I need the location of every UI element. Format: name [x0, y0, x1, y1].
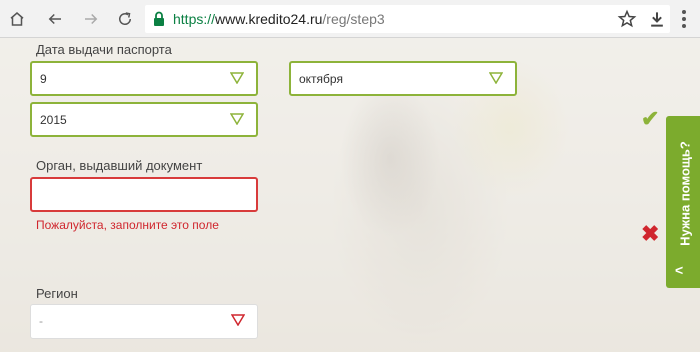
chevron-down-icon [230, 72, 244, 84]
reload-icon[interactable] [112, 6, 138, 32]
year-value: 2015 [40, 113, 67, 127]
help-arrow-icon: < [675, 262, 684, 278]
home-icon[interactable] [4, 6, 30, 32]
back-icon[interactable] [42, 6, 68, 32]
browser-toolbar: https://www.kredito24.ru/reg/step3 [0, 0, 700, 38]
issuer-label: Орган, выдавший документ [36, 158, 203, 173]
issuer-input[interactable] [30, 177, 258, 212]
cross-icon: ✖ [641, 221, 660, 246]
lock-icon [154, 11, 164, 26]
issuer-error-message: Пожалуйста, заполните это поле [36, 218, 219, 232]
chevron-down-icon [489, 72, 503, 84]
region-label: Регион [36, 286, 78, 301]
help-tab[interactable]: Нужна помощь? < [666, 116, 700, 288]
url-host: www.kredito24.ru [215, 11, 323, 27]
help-label: Нужна помощь? [677, 141, 693, 246]
registration-page: Дата выдачи паспорта 9 октября 2015 ✔ Ор… [0, 38, 700, 352]
url-text: https://www.kredito24.ru/reg/step3 [173, 11, 385, 27]
month-select[interactable]: октября [289, 61, 517, 96]
download-icon[interactable] [647, 9, 667, 29]
star-icon[interactable] [617, 9, 637, 29]
region-select[interactable]: - [30, 304, 258, 339]
month-value: октября [299, 72, 343, 86]
chevron-down-icon [230, 113, 244, 125]
forward-icon[interactable] [78, 6, 104, 32]
url-scheme: https:// [173, 11, 216, 27]
region-value: - [39, 314, 43, 328]
year-select[interactable]: 2015 [30, 102, 258, 137]
check-icon: ✔ [641, 106, 660, 131]
menu-icon[interactable] [677, 8, 691, 30]
day-select[interactable]: 9 [30, 61, 258, 96]
chevron-down-icon [231, 314, 245, 326]
passport-date-label: Дата выдачи паспорта [36, 42, 172, 57]
url-path: /reg/step3 [322, 11, 385, 27]
address-bar[interactable]: https://www.kredito24.ru/reg/step3 [145, 5, 670, 33]
day-value: 9 [40, 72, 47, 86]
